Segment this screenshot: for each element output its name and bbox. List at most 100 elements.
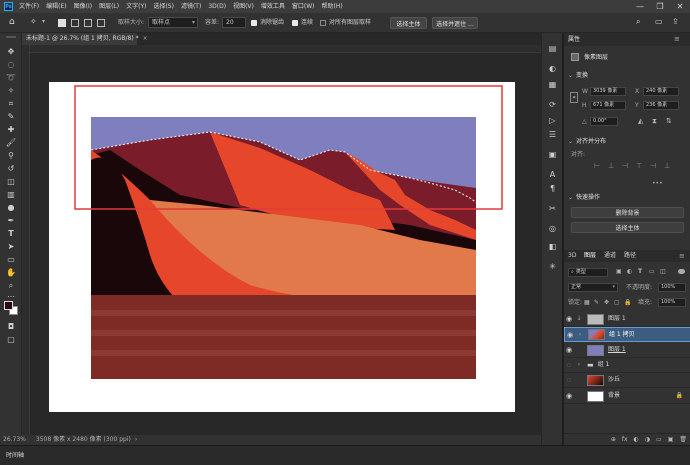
filter-kind-select[interactable]: ⌕ 类型 <box>568 268 608 277</box>
chevron-down-icon[interactable]: ⌄ <box>568 139 573 145</box>
chevron-right-icon[interactable]: › <box>574 362 584 368</box>
lock-pixels-icon[interactable]: ▦ <box>584 300 590 306</box>
layer-row[interactable]: ◉ 图层 1 <box>564 343 690 358</box>
new-group-icon[interactable]: ▭ <box>656 436 662 443</box>
align-middle-icon[interactable]: ⊣ <box>650 163 656 170</box>
tab-3d[interactable]: 3D <box>568 250 576 262</box>
tab-paths[interactable]: 路径 <box>624 250 636 262</box>
timeline-tab[interactable]: 时间轴 <box>6 453 24 459</box>
blend-mode-select[interactable]: 正常 ▾ <box>568 283 618 292</box>
chevron-down-icon[interactable]: ⌄ <box>568 73 573 79</box>
tab-channels[interactable]: 通道 <box>604 250 616 262</box>
lock-label: 锁定: <box>568 299 583 306</box>
align-left-icon[interactable]: ⊢ <box>594 163 600 170</box>
fx-icon[interactable]: fx <box>622 436 628 443</box>
transform-title: 变换 <box>576 72 589 79</box>
navigator-icon[interactable]: ◎ <box>547 223 558 234</box>
chevron-right-icon[interactable]: › <box>575 331 585 338</box>
align-bottom-icon[interactable]: ⊥ <box>664 163 670 170</box>
eye-icon[interactable]: ◉ <box>564 346 574 354</box>
layer-name: 背景 <box>608 392 621 399</box>
lock-move-icon[interactable]: ✥ <box>604 300 609 306</box>
filter-adjust-icon[interactable]: ◐ <box>627 269 632 275</box>
folder-icon: ▬ <box>587 360 594 369</box>
align-top-icon[interactable]: ⊤ <box>636 163 642 170</box>
tools-preset-icon[interactable]: ✂ <box>547 203 558 214</box>
layer-name: 组 1 <box>597 361 610 368</box>
layer-row[interactable]: ◉ ↓ 图层 1 <box>564 312 690 327</box>
panel-menu-icon[interactable]: ≡ <box>679 253 685 260</box>
actions-icon[interactable]: ▷ <box>547 115 558 126</box>
y-field[interactable]: 236 像素 <box>643 101 679 110</box>
layers-panel: 3D 图层 通道 路径 ≡ ⌕ 类型 ▣ ◐ T ▭ ◫ 正常 ▾ 不透明度: … <box>563 250 690 445</box>
filter-shape-icon[interactable]: ▭ <box>649 269 655 275</box>
lock-artboard-icon[interactable]: ▢ <box>614 300 620 306</box>
ground <box>91 295 476 379</box>
filter-pixel-icon[interactable]: ▣ <box>616 269 622 275</box>
trash-icon[interactable]: 🗑 <box>679 436 687 443</box>
chevron-right-icon[interactable]: › <box>135 437 137 443</box>
adjustments-icon[interactable]: ⟳ <box>547 99 558 110</box>
info-icon[interactable]: ◧ <box>547 241 558 252</box>
eye-icon[interactable]: ◉ <box>564 315 574 323</box>
zoom-readout[interactable]: 26.73% <box>3 437 26 443</box>
chevron-down-icon[interactable]: ⌄ <box>568 195 573 201</box>
width-field[interactable]: 3039 像素 <box>590 87 626 96</box>
select-subject-button[interactable]: 选择主体 <box>571 222 684 233</box>
layer-row[interactable]: ◉ 背景 🔒 <box>564 389 690 404</box>
properties-tab[interactable]: 属性 <box>568 37 580 43</box>
libraries-icon[interactable]: ▣ <box>547 149 558 160</box>
align-center-icon[interactable]: ⊥ <box>608 163 614 170</box>
layer-row[interactable]: ▫ 沙丘 <box>564 373 690 388</box>
y-label: Y <box>635 102 639 109</box>
layer-name: 沙丘 <box>608 376 621 383</box>
new-layer-icon[interactable]: ▣ <box>668 436 674 443</box>
flip-vertical-icon[interactable]: ⧗ <box>652 118 657 125</box>
flip-icon[interactable]: ⇅ <box>666 118 672 125</box>
angle-field[interactable]: 0.00° <box>590 117 618 126</box>
filter-toggle[interactable] <box>678 269 685 274</box>
opacity-field[interactable]: 100% <box>658 283 686 292</box>
link-icon[interactable]: ⚭ <box>570 92 578 103</box>
x-label: X <box>635 88 640 95</box>
paragraph-icon[interactable]: ¶ <box>547 183 558 194</box>
fill-field[interactable]: 100% <box>658 298 686 307</box>
adjustment-layer-icon[interactable]: ◑ <box>645 436 650 443</box>
eye-hidden-icon[interactable]: ▫ <box>564 376 574 384</box>
filter-type-icon[interactable]: T <box>638 269 642 275</box>
link-layers-icon[interactable]: ⊕ <box>611 436 616 443</box>
align-title: 对齐并分布 <box>576 138 607 145</box>
eye-icon[interactable]: ◉ <box>565 331 575 339</box>
lock-paint-icon[interactable]: ✎ <box>594 300 599 306</box>
chevron-down-icon: ▾ <box>612 284 615 290</box>
more-options-icon[interactable]: ••• <box>652 181 663 187</box>
layer-row-selected[interactable]: ◉ › 组 1 拷贝 <box>564 327 690 342</box>
history-icon[interactable]: ▤ <box>547 43 558 54</box>
flip-horizontal-icon[interactable]: ◭ <box>638 118 643 125</box>
height-field[interactable]: 671 像素 <box>590 101 626 110</box>
eye-icon[interactable]: ◉ <box>564 392 574 400</box>
ground-stripe <box>91 310 476 316</box>
layer-row[interactable]: ▫ › ▬ 组 1 <box>564 358 690 373</box>
brush-settings-icon[interactable]: ☰ <box>547 129 558 140</box>
mask-icon[interactable]: ◐ <box>634 436 639 443</box>
layer-thumbnail <box>587 390 604 402</box>
align-right-icon[interactable]: ⊣ <box>622 163 628 170</box>
x-field[interactable]: 240 像素 <box>643 87 679 96</box>
status-bar: 26.73% 3508 像素 x 2480 像素 (300 ppi) › <box>0 435 541 445</box>
lock-all-icon[interactable]: 🔒 <box>624 300 631 306</box>
color-icon[interactable]: ◐ <box>547 63 558 74</box>
character-icon[interactable]: A <box>547 169 558 180</box>
remove-background-button[interactable]: 删除背景 <box>571 207 684 218</box>
tab-layers[interactable]: 图层 <box>584 250 596 262</box>
layer-thumbnail <box>587 313 604 325</box>
styles-icon[interactable]: ✳ <box>547 261 558 272</box>
panel-icon-strip: ▤ ◐ ▦ ⟳ ▷ ☰ ▣ A ¶ ✂ ◎ ◧ ✳ <box>541 33 562 445</box>
filter-smart-icon[interactable]: ◫ <box>660 269 666 275</box>
layers-footer: ⊕ fx ◐ ◑ ▭ ▣ 🗑 <box>564 433 690 445</box>
eye-hidden-icon[interactable]: ▫ <box>564 361 574 369</box>
foreground-color-swatch[interactable] <box>4 301 13 310</box>
panel-menu-icon[interactable]: ≡ <box>674 36 680 43</box>
layer-name: 图层 1 <box>608 346 626 353</box>
swatches-icon[interactable]: ▦ <box>547 79 558 90</box>
